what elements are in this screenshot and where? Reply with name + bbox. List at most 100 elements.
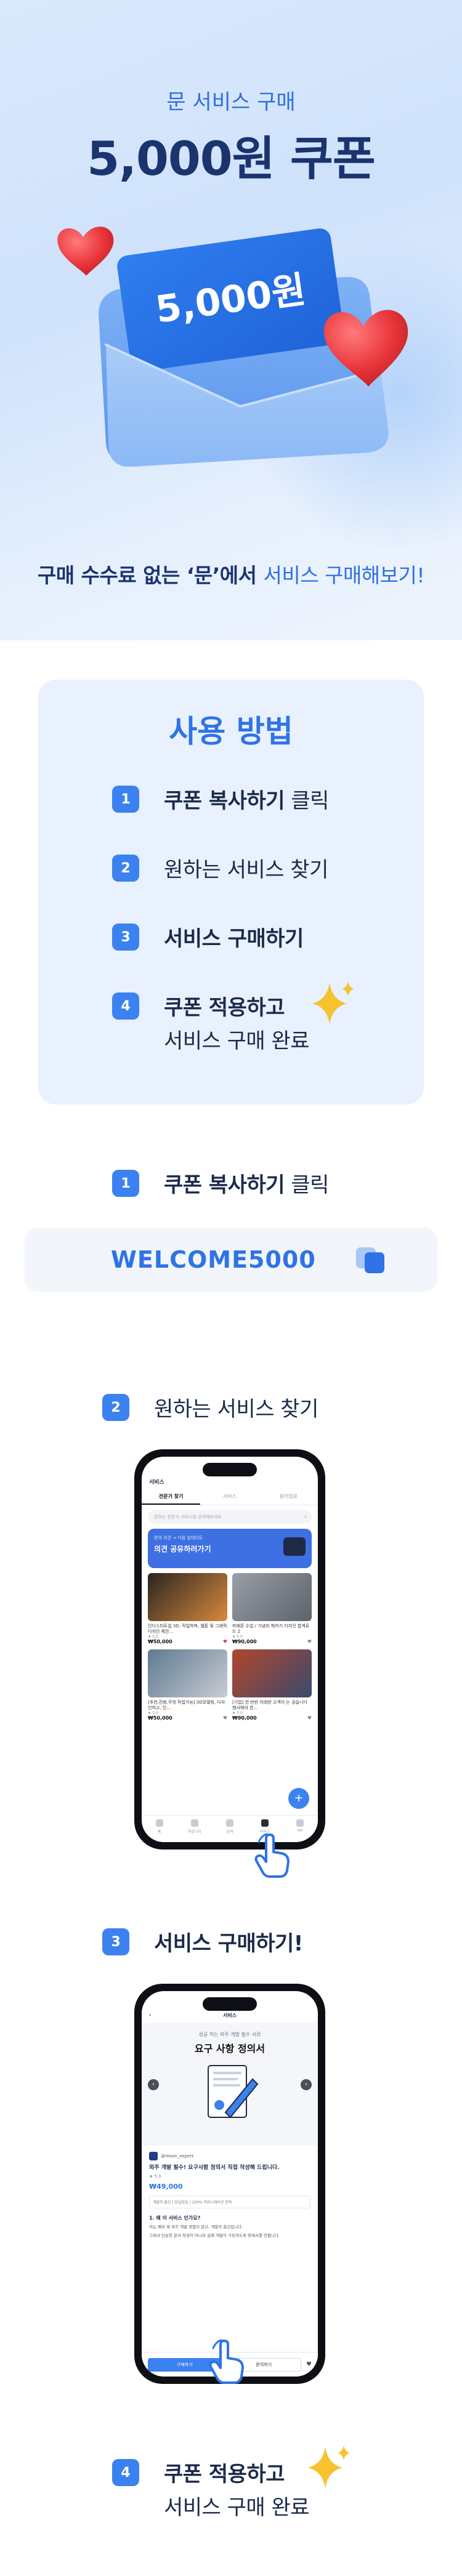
copy-icon[interactable]: [355, 1246, 386, 1274]
step-text-bold: 서비스 구매하기!: [154, 1931, 303, 1956]
community-icon: [190, 1819, 198, 1827]
service-thumbnail: [148, 1573, 227, 1621]
heart-icon[interactable]: ♥: [307, 1715, 312, 1721]
section-4-heading: 4 쿠폰 적용하고 서비스 구매 완료: [112, 2458, 310, 2524]
service-title: [기업] 전 반반 이래한 고객이 는 공습니다 행사해야 한…: [232, 1700, 307, 1710]
step-text: 쿠폰 복사하기 클릭: [164, 1169, 329, 1202]
service-title: 인디스타트업 3D, 작업하며, 웹툰 및 그래픽 디자인 제안…: [148, 1624, 227, 1634]
heart-icon[interactable]: ♥: [307, 1639, 312, 1644]
service-title: [추천,전용,무엇 작업가능] 3D모델링, 디자인하고, 인…: [148, 1700, 225, 1710]
tap-hand-icon: [254, 1833, 290, 1878]
next-arrow-button[interactable]: ›: [301, 2079, 312, 2090]
phone-mockup-detail: ‹ 서비스 성공 하는 외주 개발 필수 서류 요구 사항 정의서 ‹ › @m…: [134, 1984, 325, 2384]
service-title: 피에몬 수업 / 기념비 해커기 디자인 합계로드 2: [232, 1624, 310, 1634]
service-card[interactable]: 인디스타트업 3D, 작업하며, 웹툰 및 그래픽 디자인 제안… ★ 5.0 …: [148, 1573, 227, 1644]
feedback-banner[interactable]: 문의 의견 → 다음 업데이트 의견 공유하러가기: [148, 1529, 312, 1568]
back-chevron-icon[interactable]: ‹: [149, 2012, 151, 2018]
service-price: ₩90,000: [232, 1715, 257, 1721]
description-heading: 1. 왜 이 서비스 인가요?: [149, 2215, 201, 2221]
howto-step-1: 1 쿠폰 복사하기 클릭: [112, 784, 329, 818]
nav-search[interactable]: 검색: [212, 1816, 247, 1842]
seller-avatar: [149, 2152, 158, 2160]
search-placeholder: 원하는 전문가 서비스를 검색해보세요: [154, 1515, 222, 1519]
step-text-rest: 서비스 구매 완료: [164, 1029, 310, 1053]
step-text: 원하는 서비스 찾기: [154, 1397, 318, 1422]
description-text: 그래서 단순한 문서 작성이 아니라 실제 개발이 가능하도록 명세서를 만듭니…: [149, 2233, 280, 2238]
service-thumbnail: [148, 1649, 227, 1697]
how-to-use-card: 사용 방법 1 쿠폰 복사하기 클릭 2 원하는 서비스 찾기 3 서비스 구매…: [38, 680, 424, 1105]
home-icon: [155, 1819, 163, 1827]
step-number-badge: 1: [112, 786, 139, 813]
tab-experts[interactable]: 전문가 찾기: [142, 1489, 201, 1505]
step-text-rest: 클릭: [285, 1173, 329, 1197]
phone-notch: [203, 1997, 257, 2011]
howto-step-4: 4 쿠폰 적용하고 서비스 구매 완료: [112, 991, 310, 1058]
howto-step-3: 3 서비스 구매하기: [112, 922, 304, 956]
category-tabs: 전문가 찾기 서비스 용어집료: [142, 1489, 318, 1505]
product-eyebrow: 성공 하는 외주 개발 필수 서류: [198, 2032, 261, 2037]
step-number-badge: 1: [112, 1170, 139, 1197]
step-text: 원하는 서비스 찾기: [164, 858, 328, 882]
document-pen-icon: [208, 2065, 259, 2119]
add-fab-button[interactable]: +: [288, 1788, 309, 1809]
screen-header-title: 서비스: [222, 2013, 237, 2018]
seller-name: @moon_expert: [161, 2154, 194, 2159]
product-price: ₩49,000: [149, 2183, 183, 2191]
step-number-badge: 3: [102, 1928, 129, 1955]
service-rating: ★ 5.0: [148, 1711, 158, 1715]
service-price: ₩50,000: [148, 1715, 172, 1721]
heart-icon[interactable]: ♥: [306, 2361, 312, 2368]
how-to-use-title: 사용 방법: [169, 714, 293, 749]
step-number-badge: 2: [112, 855, 139, 882]
heart-icon[interactable]: ♥: [223, 1639, 227, 1644]
nav-community[interactable]: 커뮤니티: [177, 1816, 212, 1842]
coupon-code-box[interactable]: WELCOME5000: [25, 1228, 437, 1292]
step-text: 쿠폰 복사하기 클릭: [164, 784, 329, 818]
service-card[interactable]: [기업] 전 반반 이래한 고객이 는 공습니다 행사해야 한… ★ 5.0 ₩…: [232, 1649, 312, 1721]
search-input[interactable]: 원하는 전문가 서비스를 검색해보세요 ⌕: [148, 1510, 312, 1524]
step-number-badge: 2: [102, 1394, 129, 1421]
step-text-bold: 쿠폰 적용하고: [164, 2462, 285, 2487]
step-text-bold: 쿠폰 복사하기: [164, 789, 285, 813]
phone-mockup-browse: 서비스 전문가 찾기 서비스 용어집료 원하는 전문가 서비스를 검색해보세요 ⌕…: [134, 1449, 325, 1849]
nav-label: 검색: [226, 1830, 233, 1834]
service-rating: ★ 5.0: [148, 1635, 158, 1639]
step-text-bold: 쿠폰 적용하고: [164, 996, 285, 1020]
nav-label: MY: [297, 1829, 303, 1833]
hero-caption: 구매 수수료 없는 ‘문’에서 서비스 구매해보기!: [0, 559, 462, 589]
nav-home[interactable]: 홈: [142, 1816, 177, 1842]
step-text: 서비스 구매하기!: [154, 1927, 303, 1960]
section-3-heading: 3 서비스 구매하기!: [102, 1927, 303, 1960]
product-meta: 개발자 출신 | 당일응답 | 100% 커뮤니케이션 만족: [149, 2196, 310, 2208]
service-thumbnail: [232, 1649, 312, 1697]
search-icon: [226, 1819, 233, 1827]
nav-label: 커뮤니티: [187, 1830, 201, 1834]
step-text: 쿠폰 적용하고서비스 구매 완료: [164, 991, 310, 1058]
phone-screen: ‹ 서비스 성공 하는 외주 개발 필수 서류 요구 사항 정의서 ‹ › @m…: [142, 1991, 318, 2377]
step-text-rest: 클릭: [285, 789, 329, 813]
section-1-heading: 1 쿠폰 복사하기 클릭: [112, 1169, 329, 1202]
service-rating: ★ 5.0: [232, 1635, 243, 1639]
tab-glossary[interactable]: 용어집료: [259, 1489, 318, 1505]
step-text: 서비스 구매하기: [164, 922, 304, 956]
service-grid: 인디스타트업 3D, 작업하며, 웹툰 및 그래픽 디자인 제안… ★ 5.0 …: [148, 1573, 312, 1721]
profile-icon: [296, 1819, 304, 1827]
seller-row[interactable]: @moon_expert: [149, 2152, 310, 2160]
hero-section: 문 서비스 구매 5,000원 쿠폰 5,000원 구매 수수료 없는 ‘문’에…: [0, 0, 462, 640]
banner-illustration: [283, 1537, 306, 1556]
service-price: ₩90,000: [232, 1639, 257, 1644]
tab-services[interactable]: 서비스: [200, 1489, 259, 1505]
service-card[interactable]: 피에몬 수업 / 기념비 해커기 디자인 합계로드 2 ★ 5.0 ₩90,00…: [232, 1573, 312, 1644]
sparkle-icon: [312, 981, 354, 1024]
step-text: 쿠폰 적용하고 서비스 구매 완료: [164, 2458, 310, 2524]
step-text-bold: 서비스 구매하기: [164, 927, 304, 951]
step-number-badge: 4: [112, 2459, 139, 2486]
product-hero-image: 성공 하는 외주 개발 필수 서류 요구 사항 정의서 ‹ ›: [142, 2023, 318, 2146]
prev-arrow-button[interactable]: ‹: [148, 2079, 159, 2090]
heart-icon[interactable]: ♥: [223, 1715, 227, 1721]
service-rating: ★ 5.0: [232, 1711, 243, 1715]
service-thumbnail: [232, 1573, 312, 1621]
description-text: 저는 예비 제 외주 개발 경험이 많고, 개발자 출신입니다.: [149, 2224, 243, 2229]
section-2-heading: 2 원하는 서비스 찾기: [102, 1393, 318, 1426]
service-card[interactable]: [추천,전용,무엇 작업가능] 3D모델링, 디자인하고, 인… ★ 5.0 ₩…: [148, 1649, 227, 1721]
